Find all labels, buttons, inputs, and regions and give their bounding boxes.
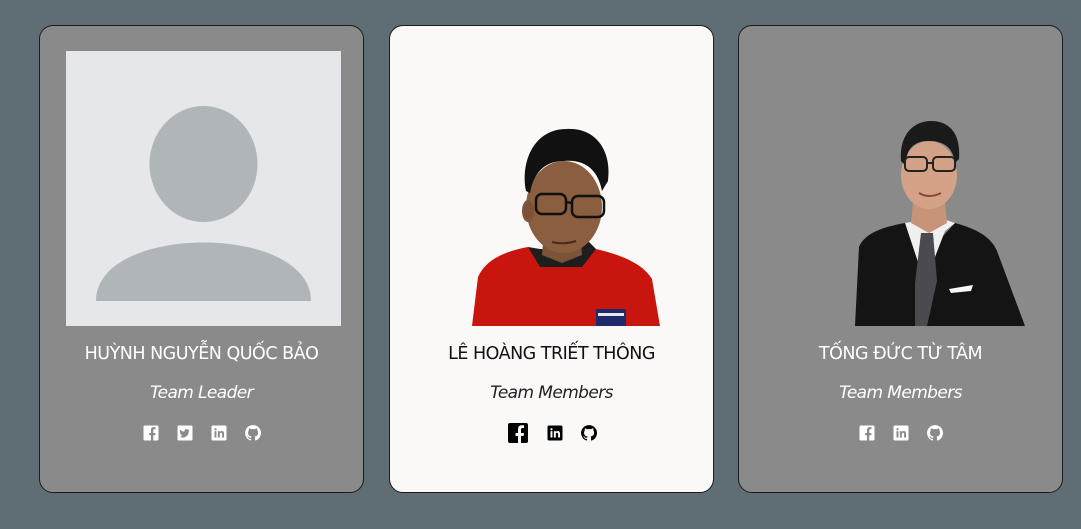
member-role: Team Leader	[149, 383, 254, 403]
facebook-icon[interactable]	[506, 421, 530, 445]
github-icon[interactable]	[580, 424, 598, 442]
member-photo	[765, 51, 1040, 326]
member-role: Team Members	[490, 383, 613, 403]
github-icon[interactable]	[244, 424, 262, 442]
member-name: HUỲNH NGUYỄN QUỐC BẢO	[84, 344, 319, 364]
team-member-card-tong-duc-tu-tam: TỐNG ĐỨC TỪ TÂM Team Members	[738, 25, 1063, 493]
facebook-icon[interactable]	[858, 424, 876, 442]
twitter-icon[interactable]	[176, 424, 194, 442]
user-placeholder-icon	[66, 51, 341, 326]
member-name: LÊ HOÀNG TRIẾT THÔNG	[448, 344, 655, 364]
member-name: TỐNG ĐỨC TỪ TÂM	[818, 344, 983, 364]
team-member-card-huynh-nguyen-quoc-bao: HUỲNH NGUYỄN QUỐC BẢO Team Leader	[39, 25, 364, 493]
member-role: Team Members	[839, 383, 962, 403]
avatar-placeholder	[66, 51, 341, 326]
member-portrait-image	[765, 51, 1040, 326]
team-member-card-le-hoang-triet-thong: LÊ HOÀNG TRIẾT THÔNG Team Members	[389, 25, 714, 493]
member-photo	[416, 51, 691, 326]
linkedin-icon[interactable]	[210, 424, 228, 442]
social-links	[390, 418, 713, 448]
linkedin-icon[interactable]	[546, 424, 564, 442]
linkedin-icon[interactable]	[892, 424, 910, 442]
social-links	[739, 418, 1062, 448]
member-portrait-image	[416, 51, 691, 326]
social-links	[40, 418, 363, 448]
github-icon[interactable]	[926, 424, 944, 442]
facebook-icon[interactable]	[142, 424, 160, 442]
